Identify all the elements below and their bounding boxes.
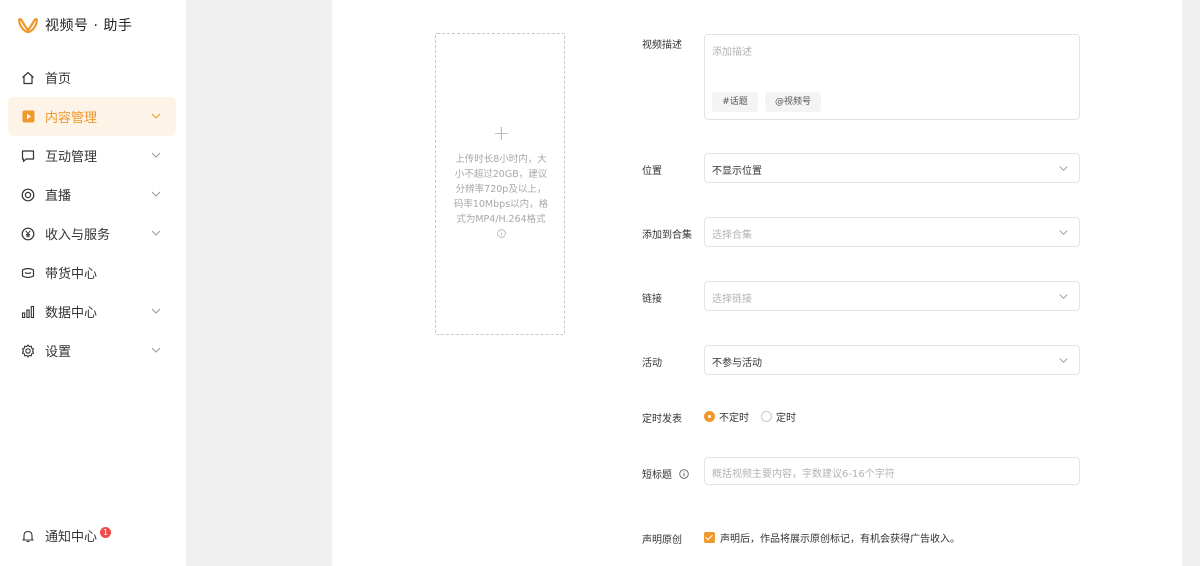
sidebar-item-home[interactable]: 首页	[8, 58, 176, 97]
info-icon[interactable]	[496, 229, 506, 238]
collection-select[interactable]: 选择合集	[704, 217, 1080, 247]
home-icon	[20, 70, 36, 86]
sidebar-item-label: 互动管理	[45, 150, 98, 165]
radio-label[interactable]: 不定时	[719, 409, 749, 424]
gear-icon	[20, 343, 36, 359]
chevron-down-icon	[151, 230, 161, 236]
short-title-input[interactable]: 概括视频主要内容，字数建议6-16个字符	[704, 457, 1080, 485]
mention-tag-button[interactable]: @视频号	[765, 92, 821, 112]
original-checkbox[interactable]	[704, 532, 715, 543]
chevron-down-icon	[1059, 294, 1068, 299]
sidebar-nav: 首页 内容管理 互动管理 直播 收入与服务 带货中心 数据中心 设置	[8, 58, 176, 370]
description-textarea[interactable]: 添加描述 #话题 @视频号	[704, 34, 1080, 120]
original-text: 声明后，作品将展示原创标记，有机会获得广告收入。	[720, 534, 960, 545]
sidebar-item-settings[interactable]: 设置	[8, 331, 176, 370]
description-label: 视频描述	[642, 40, 682, 51]
location-label: 位置	[642, 166, 662, 177]
location-select[interactable]: 不显示位置	[704, 153, 1080, 183]
chevron-down-icon	[151, 347, 161, 353]
chevron-down-icon	[151, 113, 161, 119]
topic-tag-button[interactable]: #话题	[712, 92, 758, 112]
sidebar-item-label: 数据中心	[45, 306, 98, 321]
radio-label[interactable]: 定时	[776, 409, 796, 424]
sidebar-item-label: 带货中心	[45, 267, 98, 282]
link-placeholder: 选择链接	[712, 294, 752, 305]
schedule-radio-group: 不定时 定时	[704, 409, 808, 424]
radio-scheduled[interactable]	[761, 411, 772, 422]
short-title-label: 短标题	[642, 466, 689, 481]
collection-label: 添加到合集	[642, 230, 692, 241]
wechat-channels-logo-icon	[18, 17, 38, 34]
upload-tip: 上传时长8小时内，大小不超过20GB，建议分辨率720p及以上，码率10Mbps…	[451, 152, 551, 243]
bell-icon	[20, 528, 36, 544]
chevron-down-icon	[1059, 166, 1068, 171]
short-title-label-text: 短标题	[642, 470, 672, 481]
notify-badge: 1	[100, 527, 112, 538]
description-placeholder: 添加描述	[712, 47, 752, 58]
shop-icon	[20, 265, 36, 281]
original-checkbox-row[interactable]: 声明后，作品将展示原创标记，有机会获得广告收入。	[704, 530, 960, 545]
collection-placeholder: 选择合集	[712, 230, 752, 241]
video-upload-area[interactable]: + 上传时长8小时内，大小不超过20GB，建议分辨率720p及以上，码率10Mb…	[435, 33, 565, 335]
sidebar-item-income[interactable]: 收入与服务	[8, 214, 176, 253]
short-title-placeholder: 概括视频主要内容，字数建议6-16个字符	[712, 469, 895, 480]
activity-select[interactable]: 不参与活动	[704, 345, 1080, 375]
sidebar-item-shop[interactable]: 带货中心	[8, 253, 176, 292]
live-icon	[20, 187, 36, 203]
link-select[interactable]: 选择链接	[704, 281, 1080, 311]
schedule-label: 定时发表	[642, 414, 682, 425]
activity-label: 活动	[642, 358, 662, 369]
sidebar-item-label: 首页	[45, 72, 72, 87]
sidebar-item-label: 设置	[45, 345, 72, 360]
chevron-down-icon	[1059, 230, 1068, 235]
activity-value: 不参与活动	[712, 358, 762, 369]
plus-icon: +	[493, 121, 510, 145]
bar-chart-icon	[20, 304, 36, 320]
content-play-icon	[20, 109, 36, 125]
radio-no-schedule[interactable]	[704, 411, 715, 422]
link-label: 链接	[642, 294, 662, 305]
location-value: 不显示位置	[712, 166, 762, 177]
sidebar-item-content[interactable]: 内容管理	[8, 97, 176, 136]
comment-icon	[20, 148, 36, 164]
original-label: 声明原创	[642, 535, 682, 546]
chevron-down-icon	[151, 191, 161, 197]
brand[interactable]: 视频号 · 助手	[18, 14, 132, 36]
brand-name: 视频号 · 助手	[45, 18, 133, 34]
notify-label: 通知中心	[45, 530, 98, 545]
chevron-down-icon	[151, 152, 161, 158]
yen-icon	[20, 226, 36, 242]
sidebar-item-notifications[interactable]: 通知中心 1	[20, 526, 112, 545]
sidebar-item-data[interactable]: 数据中心	[8, 292, 176, 331]
sidebar-item-label: 收入与服务	[45, 228, 111, 243]
upload-tip-text: 上传时长8小时内，大小不超过20GB，建议分辨率720p及以上，码率10Mbps…	[453, 154, 549, 225]
sidebar: 视频号 · 助手 首页 内容管理 互动管理 直播 收入与服务 带货中心 数据中心…	[0, 0, 186, 566]
chevron-down-icon	[1059, 358, 1068, 363]
sidebar-item-label: 直播	[45, 189, 72, 204]
sidebar-item-live[interactable]: 直播	[8, 175, 176, 214]
help-icon[interactable]	[679, 469, 689, 479]
main-panel: + 上传时长8小时内，大小不超过20GB，建议分辨率720p及以上，码率10Mb…	[332, 0, 1182, 566]
sidebar-item-label: 内容管理	[45, 111, 98, 126]
sidebar-item-interaction[interactable]: 互动管理	[8, 136, 176, 175]
chevron-down-icon	[151, 308, 161, 314]
